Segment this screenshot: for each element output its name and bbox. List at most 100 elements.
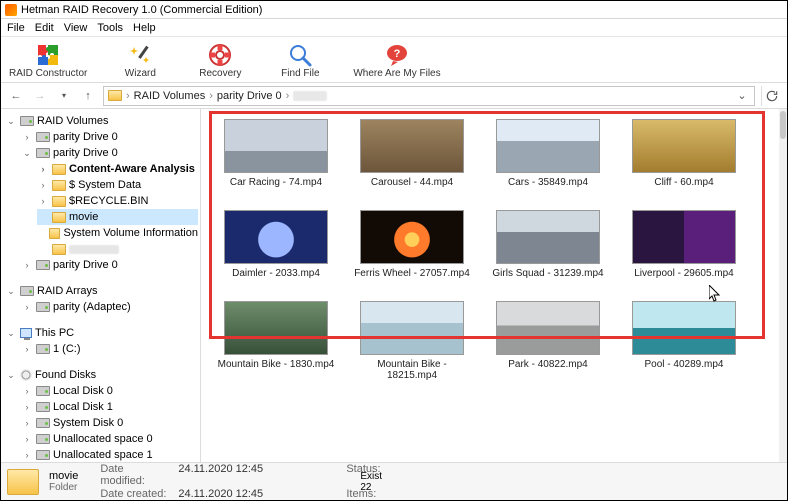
collapse-icon[interactable]: ⌄	[5, 286, 17, 297]
tree-label: parity Drive 0	[53, 259, 118, 271]
tree-label: System Disk 0	[53, 417, 123, 429]
nav-history-dropdown[interactable]: ▾	[55, 87, 73, 105]
tree-item[interactable]: › parity Drive 0	[21, 257, 198, 273]
video-thumbnail	[632, 119, 736, 173]
expand-icon[interactable]: ›	[21, 434, 33, 444]
drive-icon	[36, 344, 50, 354]
tree-item[interactable]: ›System Volume Information	[37, 225, 198, 241]
expand-icon[interactable]: ›	[21, 132, 33, 142]
expand-icon[interactable]: ›	[21, 450, 33, 460]
tree-raid-arrays[interactable]: ⌄RAID Arrays	[5, 283, 198, 299]
tree-item[interactable]: › Local Disk 0	[21, 383, 198, 399]
expand-icon[interactable]: ›	[21, 418, 33, 428]
status-value: 24.11.2020 12:45	[178, 463, 338, 487]
drive-icon	[36, 386, 50, 396]
menu-file[interactable]: File	[7, 22, 25, 34]
file-name: Park - 40822.mp4	[508, 359, 588, 370]
file-item[interactable]: Park - 40822.mp4	[487, 301, 609, 381]
breadcrumb[interactable]: RAID Volumes	[134, 90, 206, 102]
file-name: Pool - 40289.mp4	[645, 359, 724, 370]
expand-icon[interactable]: ›	[21, 402, 33, 412]
file-name: Girls Squad - 31239.mp4	[492, 268, 603, 279]
content-panel[interactable]: Car Racing - 74.mp4 Carousel - 44.mp4 Ca…	[201, 109, 787, 462]
file-item[interactable]: Mountain Bike - 18215.mp4	[351, 301, 473, 381]
tree-item[interactable]: ⌄ parity Drive 0	[21, 145, 198, 161]
app-icon	[5, 4, 17, 16]
navigation-bar: ← → ▾ ↑ › RAID Volumes › parity Drive 0 …	[1, 83, 787, 109]
tree-item[interactable]: ›Unallocated space 0	[21, 431, 198, 447]
address-bar[interactable]: › RAID Volumes › parity Drive 0 › ⌄	[103, 86, 755, 106]
file-item[interactable]: Pool - 40289.mp4	[623, 301, 745, 381]
file-name: Cliff - 60.mp4	[654, 177, 713, 188]
tool-where-are-my-files[interactable]: ? Where Are My Files	[353, 43, 440, 79]
file-item[interactable]: Daimler - 2033.mp4	[215, 210, 337, 279]
tool-wizard[interactable]: Wizard	[113, 43, 167, 79]
tree-item-redacted[interactable]: ›	[37, 241, 198, 257]
file-item[interactable]: Girls Squad - 31239.mp4	[487, 210, 609, 279]
video-thumbnail	[224, 301, 328, 355]
expand-icon[interactable]: ›	[37, 164, 49, 174]
menu-help[interactable]: Help	[133, 22, 156, 34]
expand-icon[interactable]: ›	[21, 344, 33, 354]
breadcrumb[interactable]: parity Drive 0	[217, 90, 282, 102]
file-item[interactable]: Cars - 35849.mp4	[487, 119, 609, 188]
tree-this-pc[interactable]: ⌄This PC	[5, 325, 198, 341]
file-item[interactable]: Car Racing - 74.mp4	[215, 119, 337, 188]
folder-large-icon	[7, 469, 39, 495]
lifebuoy-icon	[208, 43, 232, 67]
vertical-scrollbar[interactable]	[779, 109, 787, 462]
file-item[interactable]: Mountain Bike - 1830.mp4	[215, 301, 337, 381]
status-key: Date modified:	[100, 463, 170, 487]
address-dropdown-icon[interactable]: ⌄	[734, 89, 750, 102]
tree-item[interactable]: ›parity Drive 0	[21, 129, 198, 145]
expand-icon[interactable]: ›	[21, 386, 33, 396]
tree-panel[interactable]: ⌄RAID Volumes › parity Drive 0 ⌄ parity Dr…	[1, 109, 201, 462]
folder-icon	[52, 244, 66, 255]
tree-label: Local Disk 0	[53, 385, 113, 397]
tree-item-selected[interactable]: ›movie	[37, 209, 198, 225]
tree-item[interactable]: ›Local Disk 1	[21, 399, 198, 415]
file-item[interactable]: Carousel - 44.mp4	[351, 119, 473, 188]
tool-raid-constructor[interactable]: RAID Constructor	[9, 43, 87, 79]
nav-up-button[interactable]: ↑	[79, 87, 97, 105]
tree-raid-volumes[interactable]: ⌄RAID Volumes	[5, 113, 198, 129]
tree-item[interactable]: ›parity (Adaptec)	[21, 299, 198, 315]
tree-item[interactable]: ›$RECYCLE.BIN	[37, 193, 198, 209]
collapse-icon[interactable]: ⌄	[21, 148, 33, 159]
drive-icon	[36, 302, 50, 312]
collapse-icon[interactable]: ⌄	[5, 116, 17, 127]
tree-found-disks[interactable]: ⌄Found Disks	[5, 367, 198, 383]
file-item[interactable]: Liverpool - 29605.mp4	[623, 210, 745, 279]
tree-item[interactable]: ›Unallocated space 1	[21, 447, 198, 462]
tree-item[interactable]: ›$ System Data	[37, 177, 198, 193]
status-name: movie	[49, 470, 78, 482]
drive-icon	[36, 450, 50, 460]
drive-icon	[36, 434, 50, 444]
expand-icon[interactable]: ›	[21, 302, 33, 312]
file-item[interactable]: Cliff - 60.mp4	[623, 119, 745, 188]
menu-view[interactable]: View	[64, 22, 88, 34]
expand-icon[interactable]: ›	[37, 180, 49, 190]
menu-tools[interactable]: Tools	[97, 22, 123, 34]
tool-recovery[interactable]: Recovery	[193, 43, 247, 79]
tree-item[interactable]: › System Disk 0	[21, 415, 198, 431]
expand-icon[interactable]: ›	[21, 260, 33, 270]
tree-item[interactable]: ›1 (C:)	[21, 341, 198, 357]
refresh-button[interactable]	[761, 86, 781, 106]
collapse-icon[interactable]: ⌄	[5, 328, 17, 339]
tree-label: movie	[69, 211, 98, 223]
status-details: Date modified:24.11.2020 12:45 Status: D…	[100, 463, 436, 500]
collapse-icon[interactable]: ⌄	[5, 370, 17, 381]
video-thumbnail	[496, 210, 600, 264]
drive-icon	[36, 132, 50, 142]
file-item[interactable]: Ferris Wheel - 27057.mp4	[351, 210, 473, 279]
tree-label: Content-Aware Analysis	[69, 163, 195, 175]
menu-edit[interactable]: Edit	[35, 22, 54, 34]
nav-forward-button[interactable]: →	[31, 87, 49, 105]
tree-label: parity Drive 0	[53, 147, 118, 159]
tool-find-file[interactable]: Find File	[273, 43, 327, 79]
tree-item[interactable]: › Content-Aware Analysis	[37, 161, 198, 177]
nav-back-button[interactable]: ←	[7, 87, 25, 105]
video-thumbnail	[632, 210, 736, 264]
expand-icon[interactable]: ›	[37, 196, 49, 206]
